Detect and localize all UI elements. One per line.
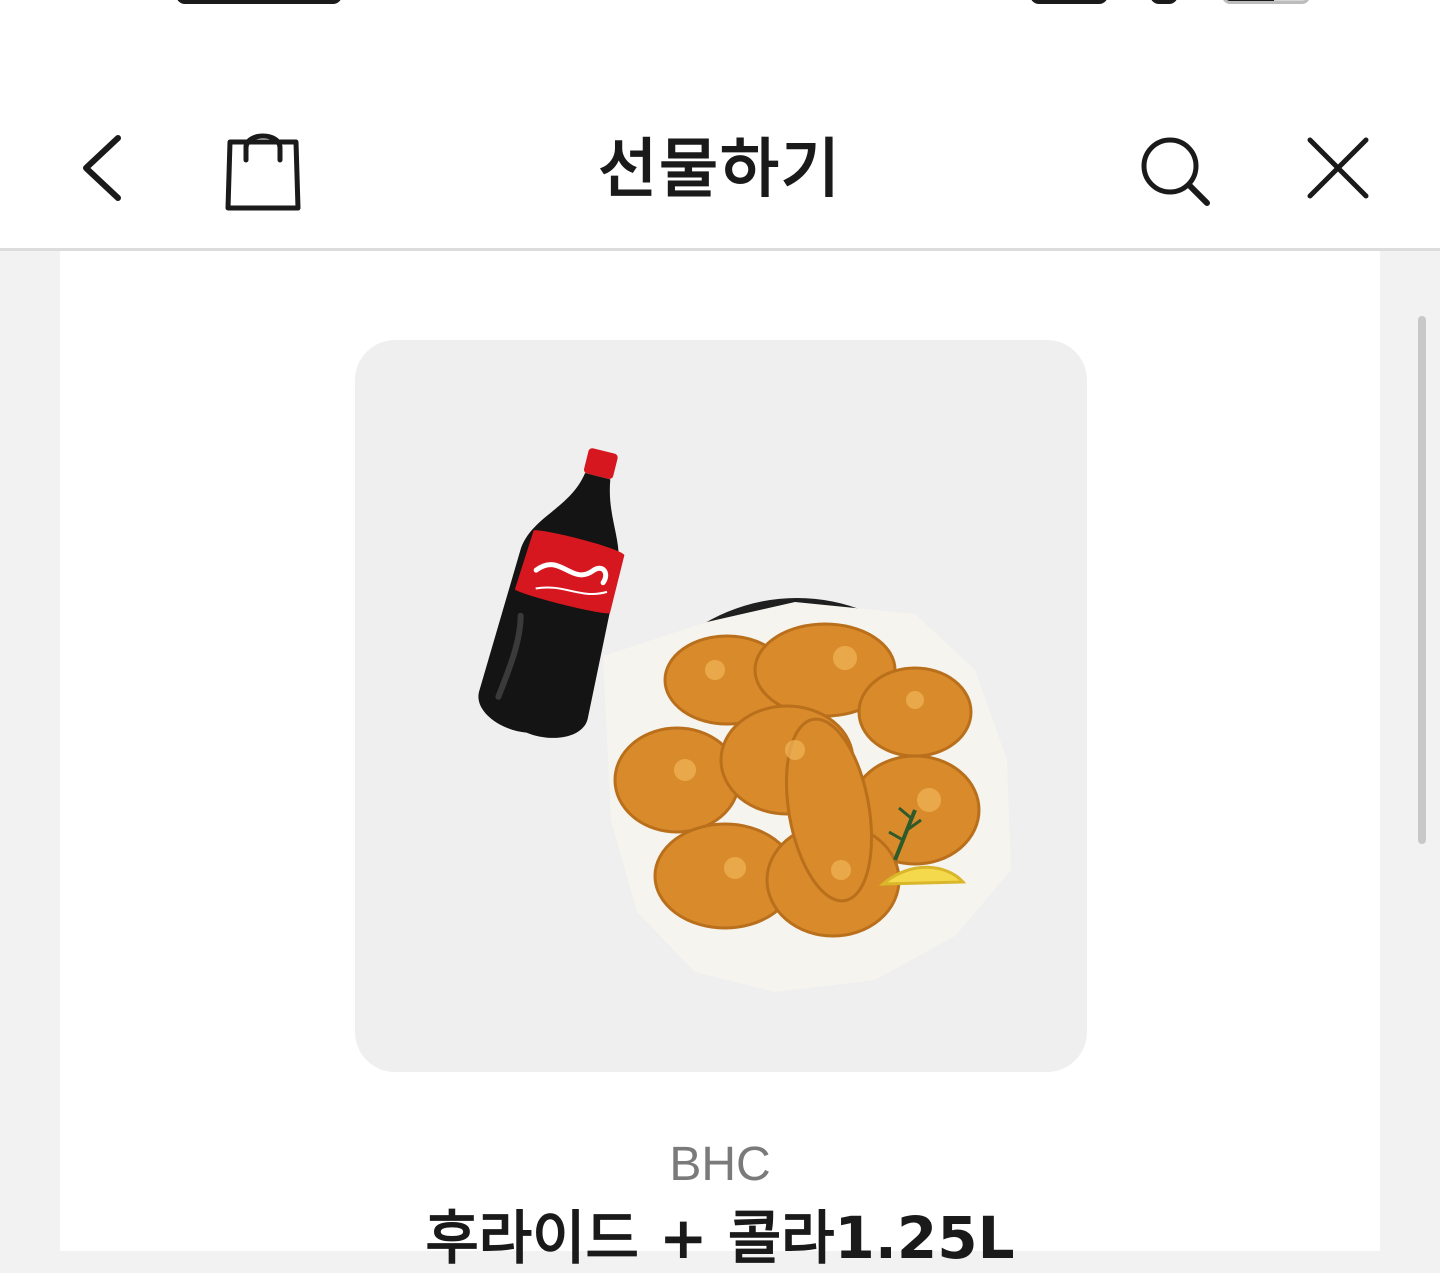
signal-icon (1030, 0, 1108, 4)
close-button[interactable] (1292, 130, 1382, 220)
scrollbar[interactable] (1418, 316, 1426, 844)
product-image[interactable] (355, 340, 1087, 1072)
fried-chicken-and-cola-image (478, 448, 1011, 992)
search-button[interactable] (1130, 130, 1220, 220)
search-icon (1141, 137, 1210, 206)
close-icon (1307, 137, 1369, 199)
brand-name: BHC (669, 1138, 771, 1191)
wifi-icon (1150, 0, 1178, 4)
navigation-bar: 선물하기 (0, 100, 1440, 251)
product-name: 후라이드 + 콜라1.25L (425, 1204, 1015, 1272)
status-time (176, 0, 342, 4)
battery-icon (1222, 0, 1310, 4)
page-title: 선물하기 (598, 133, 842, 207)
product-card: BHC 후라이드 + 콜라1.25L (60, 251, 1380, 1272)
status-bar (0, 0, 1440, 100)
